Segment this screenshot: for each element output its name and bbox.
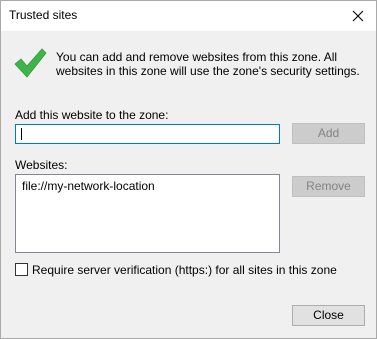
add-button[interactable]: Add <box>292 123 365 144</box>
checkmark-icon <box>13 47 47 79</box>
https-verification-checkbox[interactable] <box>15 263 28 276</box>
add-website-label: Add this website to the zone: <box>15 108 169 122</box>
list-item[interactable]: file://my-network-location <box>22 179 155 193</box>
close-button[interactable]: Close <box>292 305 365 326</box>
websites-label: Websites: <box>15 158 68 172</box>
websites-list[interactable]: file://my-network-location <box>15 174 280 253</box>
title-bar: Trusted sites <box>1 1 376 31</box>
website-input[interactable] <box>15 124 280 144</box>
close-icon[interactable] <box>340 1 376 31</box>
remove-button[interactable]: Remove <box>292 176 365 197</box>
https-verification-label[interactable]: Require server verification (https:) for… <box>32 263 337 277</box>
trusted-sites-dialog: Trusted sites You can add and remove web… <box>0 0 377 339</box>
text-caret <box>21 128 22 140</box>
zone-info-text: You can add and remove websites from thi… <box>56 50 360 78</box>
dialog-title: Trusted sites <box>9 8 78 22</box>
